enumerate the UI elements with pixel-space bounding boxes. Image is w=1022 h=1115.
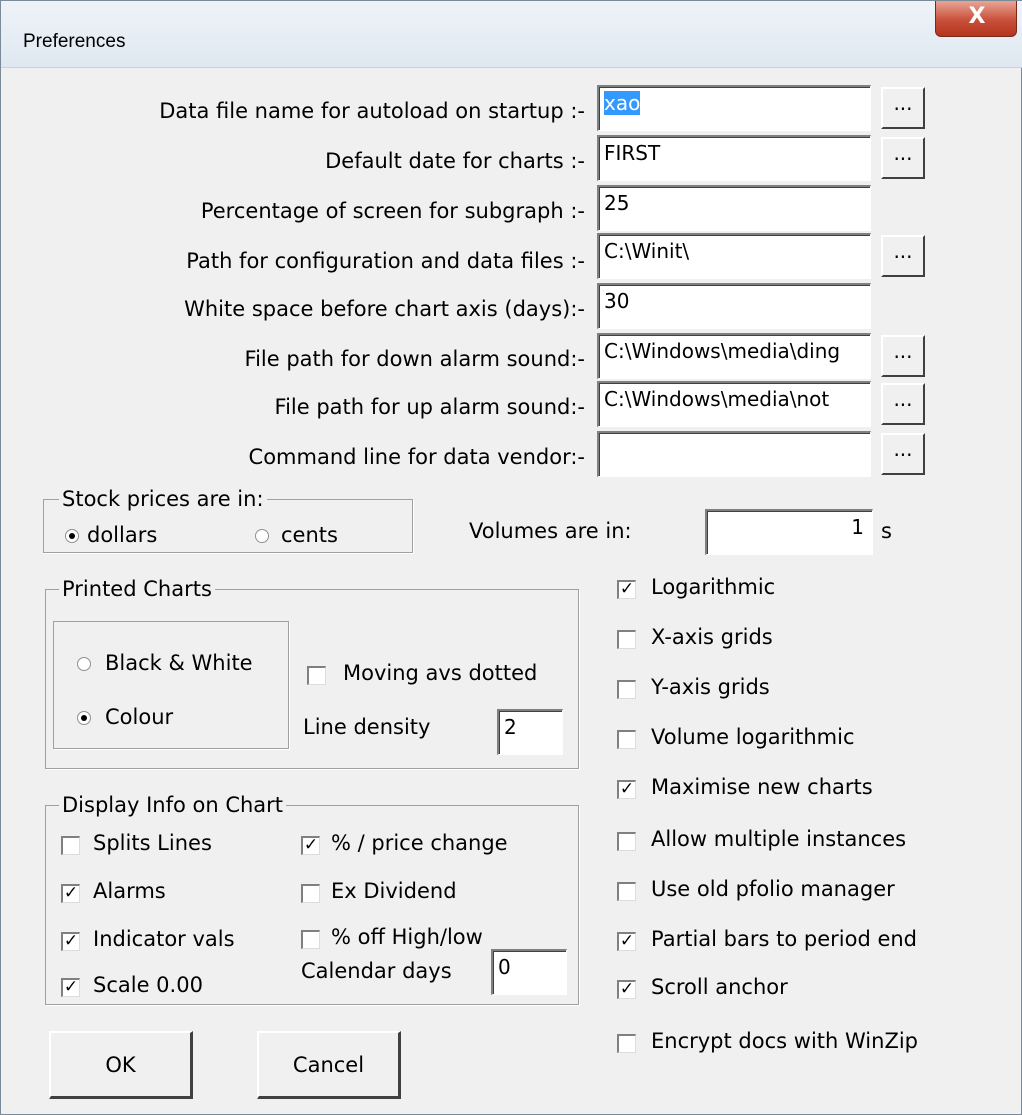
subgraph-field[interactable]: 25 (597, 185, 871, 231)
use-old-pfolio-manager-label: Use old pfolio manager (651, 877, 895, 901)
config-path-field[interactable]: C:\Winit\ (597, 233, 871, 279)
check-mark-icon: ✓ (619, 579, 635, 599)
calendar-days-label: Calendar days (301, 959, 452, 983)
check-mark-icon: ✓ (619, 979, 635, 999)
config-path-browse-button[interactable]: ... (881, 235, 925, 277)
dollars-radio[interactable] (65, 529, 79, 543)
white-space-field[interactable]: 30 (597, 283, 871, 329)
logarithmic-checkbox[interactable]: ✓ (617, 580, 636, 599)
x-axis-grids-label: X-axis grids (651, 625, 773, 649)
off-high-low-checkbox[interactable] (301, 930, 320, 949)
check-mark-icon: ✓ (303, 835, 319, 855)
use-old-pfolio-manager-checkbox[interactable] (617, 882, 636, 901)
indicator-vals-label: Indicator vals (93, 927, 235, 951)
encrypt-docs-label: Encrypt docs with WinZip (651, 1029, 918, 1053)
window-title: Preferences (23, 31, 126, 52)
maximise-new-charts-label: Maximise new charts (651, 775, 873, 799)
cents-radio[interactable] (255, 529, 269, 543)
up-alarm-label: File path for up alarm sound:- (274, 395, 585, 419)
colour-label: Colour (105, 705, 174, 729)
maximise-new-charts-checkbox[interactable]: ✓ (617, 780, 636, 799)
indicator-vals-checkbox[interactable]: ✓ (61, 932, 80, 951)
display-info-legend: Display Info on Chart (59, 793, 287, 817)
cancel-button[interactable]: Cancel (257, 1031, 401, 1099)
x-axis-grids-checkbox[interactable] (617, 630, 636, 649)
moving-avs-checkbox[interactable] (307, 666, 326, 685)
alarms-checkbox[interactable]: ✓ (61, 884, 80, 903)
down-alarm-browse-button[interactable]: ... (881, 335, 925, 377)
down-alarm-label: File path for down alarm sound:- (244, 347, 585, 371)
default-date-field[interactable]: FIRST (597, 135, 871, 181)
scroll-anchor-label: Scroll anchor (651, 975, 788, 999)
line-density-label: Line density (303, 715, 431, 739)
dialog-body: Data file name for autoload on startup :… (19, 69, 1015, 1111)
printed-charts-legend: Printed Charts (59, 577, 215, 601)
up-alarm-browse-button[interactable]: ... (881, 383, 925, 425)
partial-bars-label: Partial bars to period end (651, 927, 918, 951)
scale-label: Scale 0.00 (93, 973, 203, 997)
off-high-low-label: % off High/low (331, 925, 483, 949)
config-path-label: Path for configuration and data files :- (186, 249, 585, 273)
ex-dividend-label: Ex Dividend (331, 879, 457, 903)
vendor-label: Command line for data vendor:- (248, 445, 585, 469)
stock-prices-legend: Stock prices are in: (59, 487, 267, 511)
ok-button[interactable]: OK (49, 1031, 193, 1099)
volume-logarithmic-label: Volume logarithmic (651, 725, 855, 749)
default-date-browse-button[interactable]: ... (881, 137, 925, 179)
close-icon: X (968, 4, 986, 29)
encrypt-docs-checkbox[interactable] (617, 1034, 636, 1053)
logarithmic-label: Logarithmic (651, 575, 776, 599)
check-mark-icon: ✓ (63, 977, 79, 997)
up-alarm-field[interactable]: C:\Windows\media\not (597, 381, 871, 427)
price-change-label: % / price change (331, 831, 508, 855)
y-axis-grids-checkbox[interactable] (617, 680, 636, 699)
black-white-radio[interactable] (77, 657, 91, 671)
preferences-dialog: Preferences X Data file name for autoloa… (0, 0, 1022, 1115)
check-mark-icon: ✓ (63, 931, 79, 951)
moving-avs-label: Moving avs dotted (343, 661, 538, 685)
title-bar: Preferences X (1, 1, 1022, 68)
alarms-label: Alarms (93, 879, 166, 903)
volumes-field[interactable]: 1 (705, 509, 873, 555)
autoload-value: xao (604, 91, 641, 115)
black-white-label: Black & White (105, 651, 253, 675)
price-change-checkbox[interactable]: ✓ (301, 836, 320, 855)
volumes-suffix: s (881, 519, 892, 543)
cents-label: cents (281, 523, 338, 547)
allow-multiple-instances-checkbox[interactable] (617, 832, 636, 851)
down-alarm-field[interactable]: C:\Windows\media\ding (597, 333, 871, 379)
autoload-browse-button[interactable]: ... (881, 87, 925, 129)
default-date-label: Default date for charts :- (325, 149, 585, 173)
white-space-label: White space before chart axis (days):- (184, 297, 585, 321)
close-button[interactable]: X (935, 1, 1017, 37)
volumes-label: Volumes are in: (469, 519, 632, 543)
vendor-field[interactable] (597, 431, 871, 477)
splits-lines-checkbox[interactable] (61, 836, 80, 855)
y-axis-grids-label: Y-axis grids (651, 675, 770, 699)
calendar-days-field[interactable]: 0 (491, 949, 567, 995)
check-mark-icon: ✓ (63, 883, 79, 903)
vendor-browse-button[interactable]: ... (881, 433, 925, 475)
line-density-field[interactable]: 2 (497, 709, 563, 755)
dollars-label: dollars (87, 523, 158, 547)
check-mark-icon: ✓ (619, 931, 635, 951)
autoload-field[interactable]: xao (597, 85, 871, 131)
ex-dividend-checkbox[interactable] (301, 884, 320, 903)
subgraph-label: Percentage of screen for subgraph :- (200, 199, 585, 223)
check-mark-icon: ✓ (619, 779, 635, 799)
splits-lines-label: Splits Lines (93, 831, 212, 855)
volume-logarithmic-checkbox[interactable] (617, 730, 636, 749)
print-color-box (53, 621, 289, 749)
autoload-label: Data file name for autoload on startup :… (159, 99, 585, 123)
scroll-anchor-checkbox[interactable]: ✓ (617, 980, 636, 999)
scale-checkbox[interactable]: ✓ (61, 978, 80, 997)
colour-radio[interactable] (77, 711, 91, 725)
allow-multiple-instances-label: Allow multiple instances (651, 827, 907, 851)
partial-bars-checkbox[interactable]: ✓ (617, 932, 636, 951)
